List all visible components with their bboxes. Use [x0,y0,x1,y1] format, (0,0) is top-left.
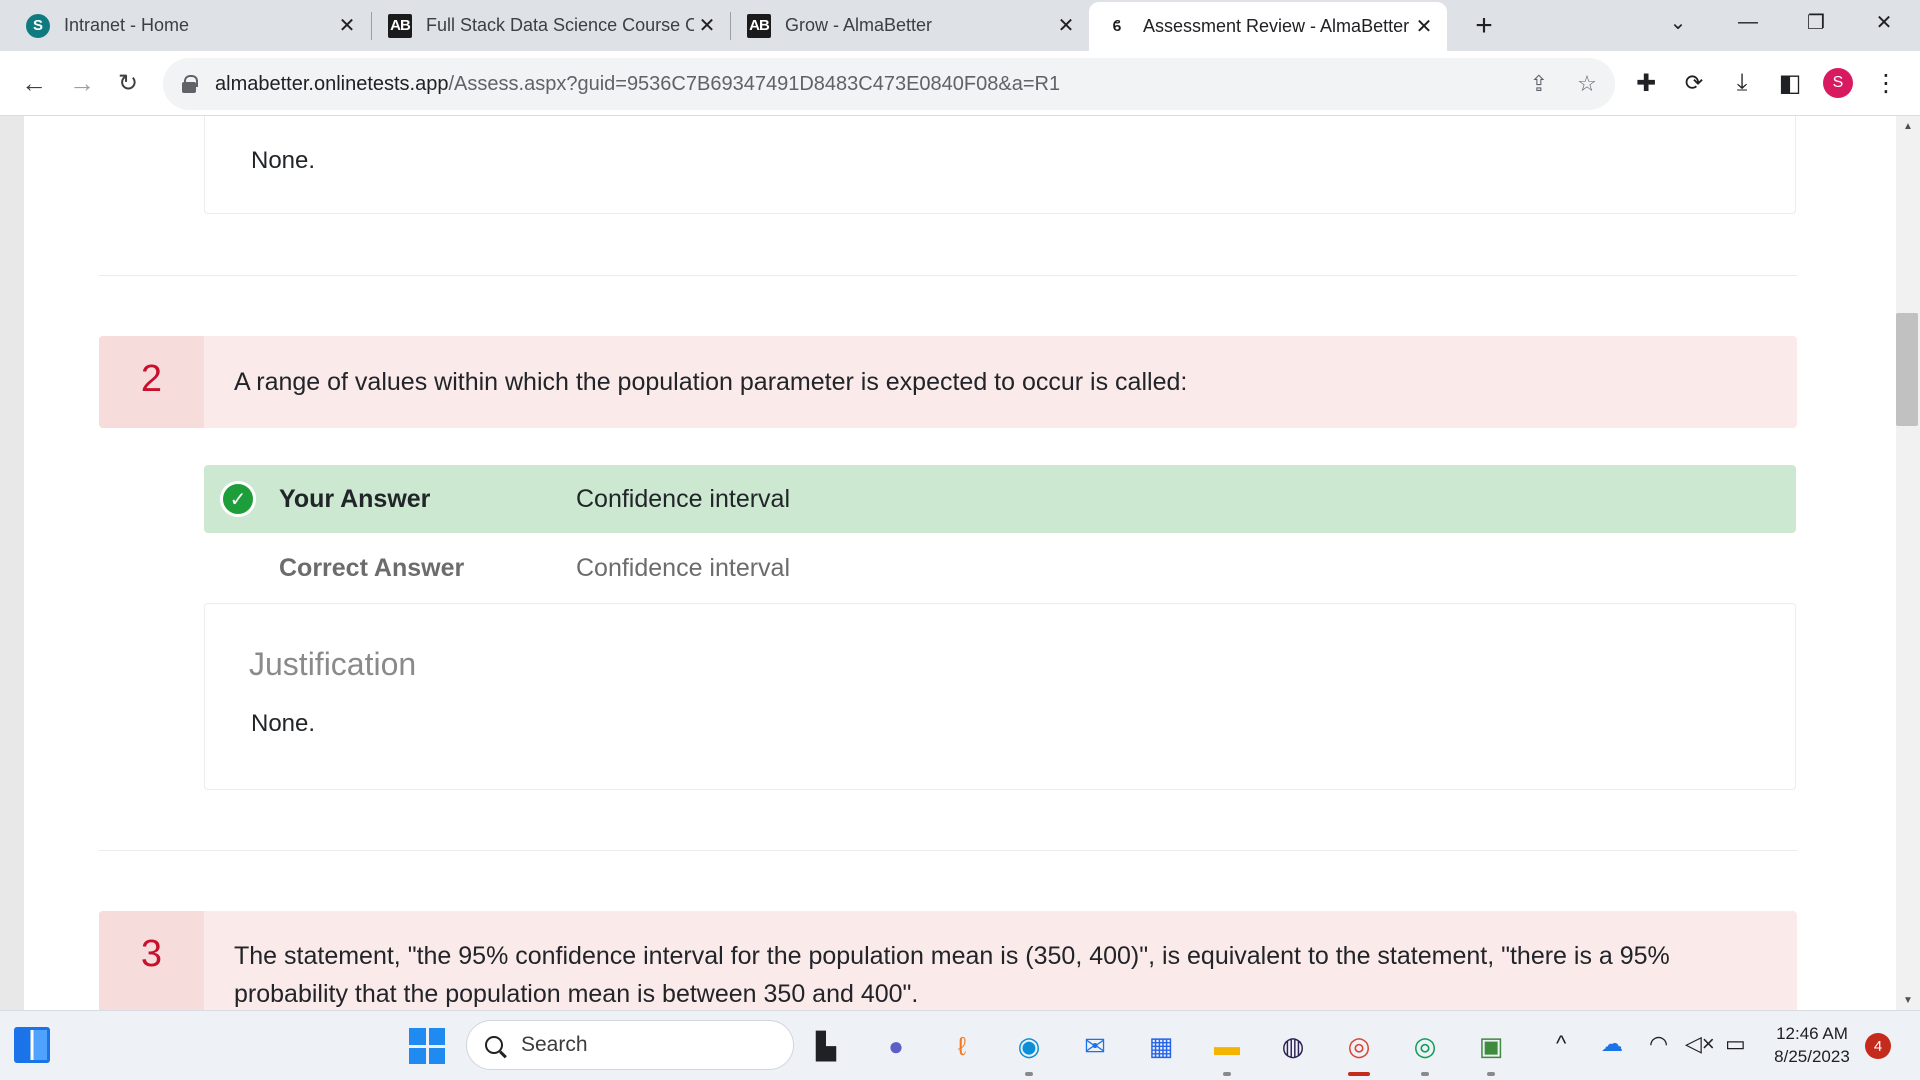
teams-chat-icon[interactable]: ● [878,1028,914,1064]
url-path: /Assess.aspx?guid=9536C7B69347491D8483C4… [448,72,1061,95]
scroll-up-arrow-icon[interactable]: ▲ [1896,116,1920,136]
task-view-icon[interactable]: ▙ [808,1028,844,1064]
eclipse-icon[interactable]: ◍ [1275,1028,1311,1064]
correct-answer-row: Correct Answer Confidence interval [204,534,1796,602]
running-indicator-active [1348,1072,1370,1076]
tab-search-chevron-icon[interactable]: ⌄ [1650,0,1706,44]
running-indicator [1421,1072,1429,1076]
justification-text: None. [251,147,316,174]
browser-tab-strip: S Intranet - Home ✕ AB Full Stack Data S… [0,0,1920,51]
justification-text: None. [251,710,316,737]
clock-date: 8/25/2023 [1774,1047,1850,1066]
tab-grow-almabetter[interactable]: AB Grow - AlmaBetter ✕ [731,0,1089,51]
question-divider [99,850,1797,851]
scroll-down-arrow-icon[interactable]: ▼ [1896,990,1920,1010]
profile-avatar[interactable]: S [1820,65,1856,101]
lock-icon[interactable] [181,75,198,93]
tab-title: Assessment Review - AlmaBetter [1143,16,1410,36]
check-icon: ✓ [220,481,256,517]
extension-icon[interactable]: ⟳ [1676,65,1712,101]
tab-full-stack-course[interactable]: AB Full Stack Data Science Course O ✕ [372,0,730,51]
battery-icon[interactable]: ▭ [1725,1031,1746,1057]
tab-title: Full Stack Data Science Course O [426,15,694,35]
close-icon[interactable]: ✕ [334,13,360,39]
correct-answer-value: Confidence interval [576,554,791,582]
microsoft-store-icon[interactable]: ▦ [1143,1028,1179,1064]
running-indicator [1223,1072,1231,1076]
running-indicator [1487,1072,1495,1076]
url-host: almabetter.onlinetests.app [215,72,449,95]
widgets-icon[interactable] [14,1027,50,1063]
correct-answer-label: Correct Answer [279,554,465,582]
clock-time: 12:46 AM [1776,1024,1848,1043]
scrollbar-thumb[interactable] [1896,313,1918,426]
question-number: 3 [99,911,204,1010]
your-answer-row: ✓ Your Answer Confidence interval [204,465,1796,533]
volume-muted-icon[interactable]: ◁× [1685,1031,1715,1057]
reload-button[interactable]: ↻ [108,63,148,103]
your-answer-label: Your Answer [279,485,431,513]
avatar: S [1823,68,1853,98]
download-icon[interactable]: ⤓ [1724,65,1760,101]
taskbar-search-input[interactable]: Search [466,1020,794,1070]
share-icon[interactable]: ⇪ [1523,68,1555,100]
notification-badge[interactable]: 4 [1865,1033,1891,1059]
clock[interactable]: 12:46 AM 8/25/2023 [1762,1022,1862,1068]
question-text: The statement, "the 95% confidence inter… [234,942,1670,1008]
page-left-gutter [0,116,24,1010]
tab-title: Grow - AlmaBetter [785,15,933,35]
almabetter-icon: AB [747,13,771,38]
close-icon[interactable]: ✕ [1411,14,1437,40]
minimize-button[interactable]: — [1720,0,1776,44]
question-row-3: 3 The statement, "the 95% confidence int… [99,911,1797,1010]
close-icon[interactable]: ✕ [694,13,720,39]
onedrive-icon[interactable]: ☁ [1601,1031,1623,1057]
tab-title: Intranet - Home [64,15,190,35]
url-text[interactable]: almabetter.onlinetests.app/Assess.aspx?g… [215,73,1060,96]
bookmark-star-icon[interactable]: ☆ [1571,68,1603,100]
sharepoint-icon: S [26,13,50,38]
close-window-button[interactable]: ✕ [1856,0,1912,44]
justification-card: Justification None. [204,603,1796,790]
back-button[interactable]: ← [14,63,54,103]
almabetter-icon: AB [388,13,412,38]
question-divider [99,275,1797,276]
question-number: 2 [99,336,204,428]
chrome-profile-s2-icon[interactable]: ◎ [1407,1028,1443,1064]
question-row-2: 2 A range of values within which the pop… [99,336,1797,428]
question-text: A range of values within which the popul… [234,368,1188,396]
new-tab-button[interactable]: + [1465,7,1503,45]
show-hidden-icons-chevron-icon[interactable]: ^ [1556,1031,1566,1057]
browser-toolbar: ← → ↻ almabetter.onlinetests.app/Assess.… [0,51,1920,116]
tab-intranet-home[interactable]: S Intranet - Home ✕ [0,0,370,51]
your-answer-value: Confidence interval [576,485,791,513]
windows-taskbar: Search ▙ ● ℓ ◉ ✉ ▦ ▬ ◍ ◎ ◎ ▣ ^ ☁ ◠ ◁× ▭ … [0,1010,1920,1080]
menu-kebab-icon[interactable]: ⋮ [1868,65,1904,101]
extensions-puzzle-icon[interactable]: ✚ [1628,65,1664,101]
justification-card-prev: None. [204,116,1796,214]
running-indicator [1025,1072,1033,1076]
forward-button[interactable]: → [62,63,102,103]
close-icon[interactable]: ✕ [1053,13,1079,39]
restore-button[interactable]: ❐ [1788,0,1844,44]
search-placeholder: Search [521,1033,588,1056]
mail-icon[interactable]: ✉ [1077,1028,1113,1064]
address-bar[interactable]: almabetter.onlinetests.app/Assess.aspx?g… [163,58,1615,110]
wifi-icon[interactable]: ◠ [1649,1031,1668,1057]
edge-browser-icon[interactable]: ◉ [1011,1028,1047,1064]
page-viewport: None. 2 A range of values within which t… [0,116,1920,1010]
notepad-app-icon[interactable]: ▣ [1473,1028,1509,1064]
chrome-profile-s-icon[interactable]: ◎ [1341,1028,1377,1064]
start-windows-icon[interactable] [409,1028,445,1064]
side-panel-icon[interactable]: ◧ [1772,65,1808,101]
almabetter-b-icon: ϐ [1112,18,1122,35]
vertical-scrollbar[interactable] [1896,116,1920,1010]
search-icon [485,1036,503,1054]
file-explorer-icon[interactable]: ▬ [1209,1028,1245,1064]
tab-assessment-review[interactable]: ϐ Assessment Review - AlmaBetter ✕ [1089,2,1447,51]
postman-icon[interactable]: ℓ [944,1028,980,1064]
justification-title: Justification [249,646,417,682]
